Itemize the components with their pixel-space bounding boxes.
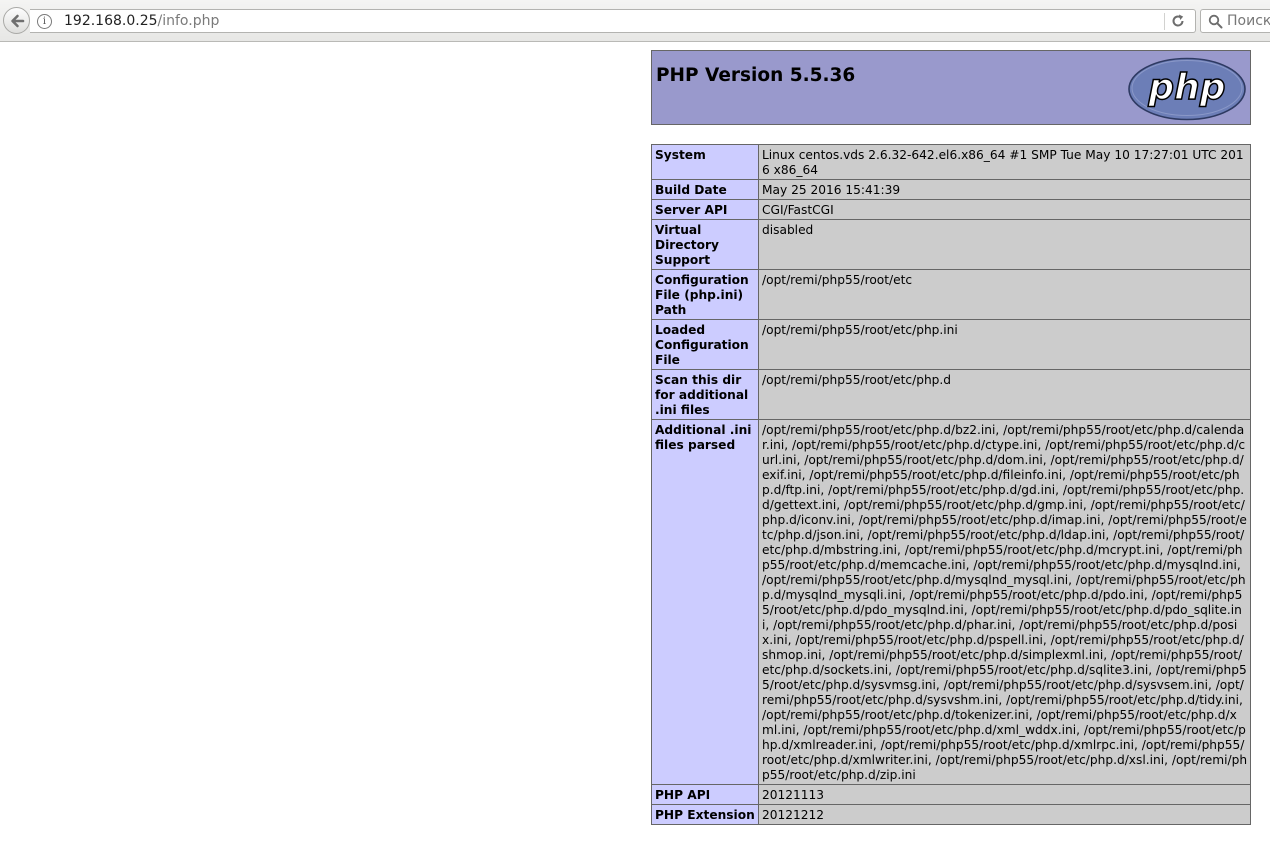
search-icon (1208, 14, 1223, 33)
info-row: Scan this dir for additional .ini files /… (651, 369, 1251, 420)
reload-icon[interactable] (1170, 13, 1186, 33)
info-key: Scan this dir for additional .ini files (651, 369, 759, 420)
url-host: 192.168.0.25 (64, 13, 158, 29)
info-value: Linux centos.vds 2.6.32-642.el6.x86_64 #… (758, 144, 1251, 180)
back-arrow-icon (11, 14, 25, 28)
url-bar-divider (1164, 13, 1165, 30)
info-row: System Linux centos.vds 2.6.32-642.el6.x8… (651, 144, 1251, 180)
info-value: /opt/remi/php55/root/etc/php.d (758, 369, 1251, 420)
search-placeholder[interactable]: Поиск (1227, 13, 1270, 29)
info-row: PHP API 20121113 (651, 784, 1251, 805)
info-key: PHP API (651, 784, 759, 805)
url-path: /info.php (157, 13, 220, 29)
info-row: Virtual Directory Support disabled (651, 219, 1251, 270)
info-value: CGI/FastCGI (758, 199, 1251, 220)
url-bar[interactable]: i 192.168.0.25/info.php (30, 9, 1196, 33)
info-key: System (651, 144, 759, 180)
browser-toolbar: i 192.168.0.25/info.php Поиск (0, 0, 1270, 42)
php-version-title: PHP Version 5.5.36 (656, 65, 856, 86)
site-info-icon[interactable]: i (37, 14, 52, 29)
info-value: 20121113 (758, 784, 1251, 805)
back-button[interactable] (3, 7, 30, 34)
php-info-table-body: System Linux centos.vds 2.6.32-642.el6.x8… (651, 144, 1251, 825)
info-key: Virtual Directory Support (651, 219, 759, 270)
info-row: PHP Extension 20121212 (651, 804, 1251, 825)
info-row: Additional .ini files parsed/opt/remi/ph… (651, 419, 1251, 785)
info-row: Loaded Configuration File/opt/remi/php55… (651, 319, 1251, 370)
php-header: PHP Version 5.5.36 php (651, 50, 1251, 125)
info-value: May 25 2016 15:41:39 (758, 179, 1251, 200)
php-logo-icon: php (1128, 57, 1246, 121)
php-info-table: System Linux centos.vds 2.6.32-642.el6.x8… (651, 144, 1251, 825)
info-row: Server API CGI/FastCGI (651, 199, 1251, 220)
info-value: /opt/remi/php55/root/etc (758, 269, 1251, 320)
url-text[interactable]: 192.168.0.25/info.php (64, 13, 219, 29)
info-key: PHP Extension (651, 804, 759, 825)
info-value: /opt/remi/php55/root/etc/php.ini (758, 319, 1251, 370)
info-value: disabled (758, 219, 1251, 270)
info-key: Additional .ini files parsed (651, 419, 759, 785)
info-value: /opt/remi/php55/root/etc/php.d/bz2.ini, … (758, 419, 1251, 785)
info-row: Configuration File (php.ini) Path/opt/re… (651, 269, 1251, 320)
info-value: 20121212 (758, 804, 1251, 825)
php-logo-text: php (1147, 67, 1225, 108)
info-key: Configuration File (php.ini) Path (651, 269, 759, 320)
search-bar[interactable]: Поиск (1200, 9, 1270, 33)
info-key: Build Date (651, 179, 759, 200)
info-key: Loaded Configuration File (651, 319, 759, 370)
info-key: Server API (651, 199, 759, 220)
info-row: Build Date May 25 2016 15:41:39 (651, 179, 1251, 200)
